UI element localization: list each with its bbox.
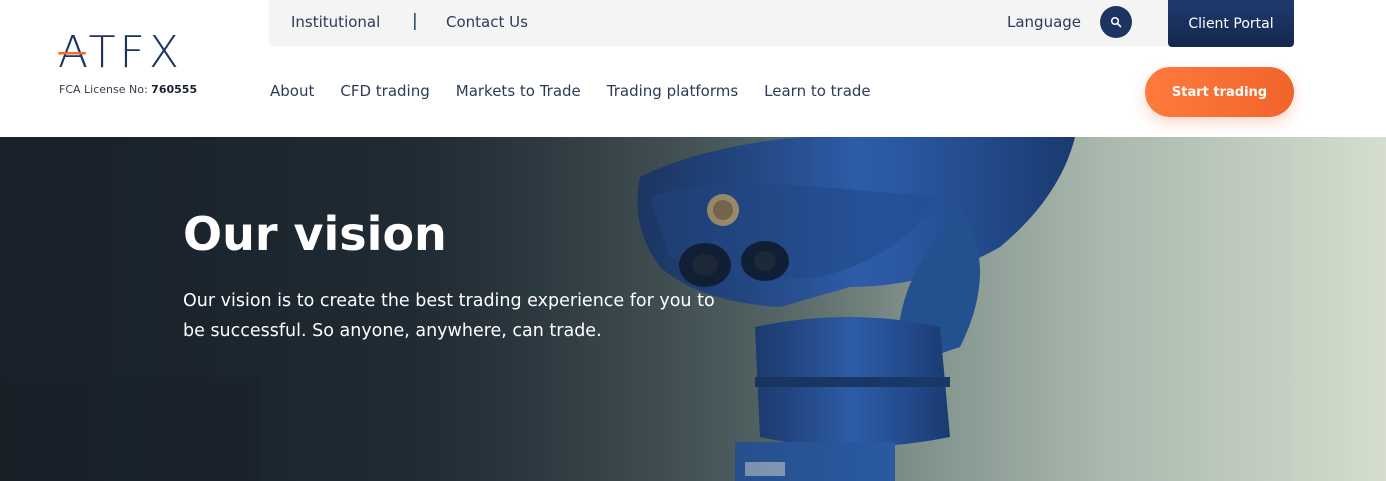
institutional-link[interactable]: Institutional (291, 13, 380, 31)
nav-item-learn-to-trade[interactable]: Learn to trade (764, 82, 871, 100)
hero-description: Our vision is to create the best trading… (183, 291, 715, 341)
license-label: FCA License No: (59, 83, 148, 96)
language-selector[interactable]: Language (1007, 13, 1081, 31)
nav-item-cfd-trading[interactable]: CFD trading (340, 82, 429, 100)
start-trading-button[interactable]: Start trading (1145, 67, 1294, 117)
nav-item-trading-platforms[interactable]: Trading platforms (607, 82, 738, 100)
hero-title: Our vision (183, 207, 447, 261)
site-header: ATFX FCA License No: 760555 Institutiona… (0, 0, 1386, 137)
nav-item-markets-to-trade[interactable]: Markets to Trade (456, 82, 581, 100)
nav-item-about[interactable]: About (270, 82, 314, 100)
search-icon (1110, 16, 1122, 28)
topbar-separator: | (412, 11, 418, 31)
search-button[interactable] (1100, 6, 1132, 38)
license-info: FCA License No: 760555 (59, 83, 197, 96)
client-portal-button[interactable]: Client Portal (1168, 0, 1294, 47)
license-number: 760555 (151, 83, 198, 96)
logo-swoosh-icon (58, 52, 86, 55)
top-utility-bar: Institutional | Contact Us Language Clie… (269, 0, 1294, 47)
hero-banner: Our vision Our vision is to create the b… (0, 137, 1386, 481)
main-nav: About CFD trading Markets to Trade Tradi… (270, 82, 871, 100)
contact-us-link[interactable]: Contact Us (446, 13, 528, 31)
